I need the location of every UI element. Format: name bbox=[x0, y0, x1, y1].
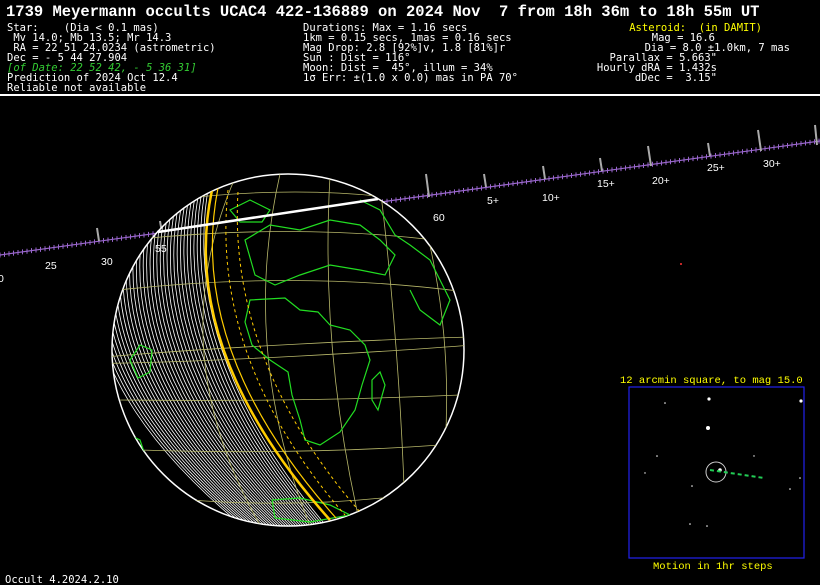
path-label: 25+ bbox=[707, 162, 725, 174]
finder-caption: Motion in 1hr steps bbox=[653, 561, 773, 573]
path-label: 15+ bbox=[597, 178, 615, 190]
path-label: 60 bbox=[433, 212, 445, 224]
finder-chart: 12 arcmin square, to mag 15.0 Motion in … bbox=[620, 375, 805, 573]
globe-plot: 0 25 30 55 60 5+ 10+ 15+ 20+ 25+ 30+ 12 … bbox=[0, 124, 820, 573]
path-label: 0 bbox=[0, 273, 4, 285]
tick-25 bbox=[707, 142, 711, 157]
path-label: 20+ bbox=[652, 175, 670, 187]
finder-title: 12 arcmin square, to mag 15.0 bbox=[620, 375, 803, 387]
path-label: 10+ bbox=[542, 192, 560, 204]
tick-10 bbox=[542, 165, 546, 180]
tick-30 bbox=[96, 227, 100, 242]
target-star-circle bbox=[705, 461, 727, 483]
path-label: 30 bbox=[101, 256, 113, 268]
software-version: Occult 4.2024.2.10 bbox=[5, 574, 119, 585]
tick-5 bbox=[483, 173, 487, 188]
finder-stars bbox=[644, 397, 803, 527]
occult-window: 1739 Meyermann occults UCAC4 422-136889 … bbox=[0, 0, 820, 585]
path-label: 55 bbox=[155, 243, 167, 255]
path-label: 25 bbox=[45, 260, 57, 272]
path-label: 5+ bbox=[487, 195, 499, 207]
asteroid-motion-line bbox=[709, 469, 765, 479]
tick-30b bbox=[757, 129, 762, 152]
finder-box bbox=[628, 386, 805, 559]
path-label: 30+ bbox=[763, 158, 781, 170]
marker-dot bbox=[680, 263, 682, 265]
tick-15 bbox=[599, 157, 603, 172]
earth-globe bbox=[111, 173, 465, 527]
